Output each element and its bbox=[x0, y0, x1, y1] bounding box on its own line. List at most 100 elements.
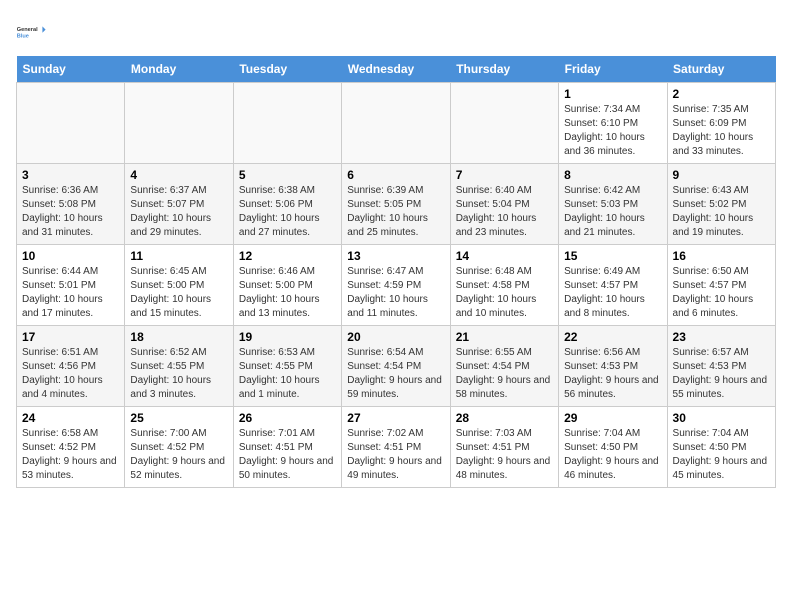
calendar-cell: 7Sunrise: 6:40 AM Sunset: 5:04 PM Daylig… bbox=[450, 164, 558, 245]
day-info: Sunrise: 6:37 AM Sunset: 5:07 PM Dayligh… bbox=[130, 184, 227, 240]
day-number: 30 bbox=[673, 411, 770, 425]
day-number: 10 bbox=[22, 249, 119, 263]
day-info: Sunrise: 6:52 AM Sunset: 4:55 PM Dayligh… bbox=[130, 346, 227, 402]
calendar-cell: 11 Sunrise: 6:45 AM Sunset: 5:00 PM Dayli… bbox=[125, 245, 233, 326]
day-info: Sunrise: 7:04 AM Sunset: 4:50 PM Dayligh… bbox=[564, 427, 661, 483]
day-number: 18 bbox=[130, 330, 227, 344]
day-info: Sunrise: 6:57 AM Sunset: 4:53 PM Dayligh… bbox=[673, 346, 770, 402]
day-number: 15 bbox=[564, 249, 661, 263]
day-info: Sunrise: 7:01 AM Sunset: 4:51 PM Dayligh… bbox=[239, 427, 336, 483]
day-number: 22 bbox=[564, 330, 661, 344]
calendar-cell: 23 Sunrise: 6:57 AM Sunset: 4:53 PM Dayli… bbox=[667, 326, 775, 407]
day-info: Sunrise: 6:47 AM Sunset: 4:59 PM Dayligh… bbox=[347, 265, 444, 321]
day-info: Sunrise: 6:42 AM Sunset: 5:03 PM Dayligh… bbox=[564, 184, 661, 240]
day-info: Sunrise: 7:34 AM Sunset: 6:10 PM Dayligh… bbox=[564, 103, 661, 159]
calendar-cell: 29 Sunrise: 7:04 AM Sunset: 4:50 PM Dayli… bbox=[559, 407, 667, 488]
calendar-cell bbox=[125, 83, 233, 164]
day-info: Sunrise: 6:51 AM Sunset: 4:56 PM Dayligh… bbox=[22, 346, 119, 402]
day-info: Sunrise: 7:04 AM Sunset: 4:50 PM Dayligh… bbox=[673, 427, 770, 483]
day-info: Sunrise: 6:58 AM Sunset: 4:52 PM Dayligh… bbox=[22, 427, 119, 483]
calendar-cell: 10 Sunrise: 6:44 AM Sunset: 5:01 PM Dayli… bbox=[17, 245, 125, 326]
day-number: 6 bbox=[347, 168, 444, 182]
day-info: Sunrise: 6:39 AM Sunset: 5:05 PM Dayligh… bbox=[347, 184, 444, 240]
calendar-cell: 1Sunrise: 7:34 AM Sunset: 6:10 PM Daylig… bbox=[559, 83, 667, 164]
day-info: Sunrise: 6:45 AM Sunset: 5:00 PM Dayligh… bbox=[130, 265, 227, 321]
day-number: 3 bbox=[22, 168, 119, 182]
calendar-cell: 18 Sunrise: 6:52 AM Sunset: 4:55 PM Dayli… bbox=[125, 326, 233, 407]
day-info: Sunrise: 6:48 AM Sunset: 4:58 PM Dayligh… bbox=[456, 265, 553, 321]
day-info: Sunrise: 6:38 AM Sunset: 5:06 PM Dayligh… bbox=[239, 184, 336, 240]
day-number: 23 bbox=[673, 330, 770, 344]
svg-text:Blue: Blue bbox=[17, 34, 29, 40]
calendar-cell: 15 Sunrise: 6:49 AM Sunset: 4:57 PM Dayli… bbox=[559, 245, 667, 326]
calendar-cell: 17 Sunrise: 6:51 AM Sunset: 4:56 PM Dayli… bbox=[17, 326, 125, 407]
day-info: Sunrise: 6:36 AM Sunset: 5:08 PM Dayligh… bbox=[22, 184, 119, 240]
day-info: Sunrise: 7:00 AM Sunset: 4:52 PM Dayligh… bbox=[130, 427, 227, 483]
day-header-friday: Friday bbox=[559, 56, 667, 83]
day-header-saturday: Saturday bbox=[667, 56, 775, 83]
calendar-cell: 25 Sunrise: 7:00 AM Sunset: 4:52 PM Dayli… bbox=[125, 407, 233, 488]
calendar-cell: 12Sunrise: 6:46 AM Sunset: 5:00 PM Dayli… bbox=[233, 245, 341, 326]
day-info: Sunrise: 7:35 AM Sunset: 6:09 PM Dayligh… bbox=[673, 103, 770, 159]
calendar-cell bbox=[17, 83, 125, 164]
day-number: 13 bbox=[347, 249, 444, 263]
day-number: 12 bbox=[239, 249, 336, 263]
day-number: 16 bbox=[673, 249, 770, 263]
day-number: 11 bbox=[130, 249, 227, 263]
logo: GeneralBlue bbox=[16, 16, 48, 48]
day-info: Sunrise: 6:55 AM Sunset: 4:54 PM Dayligh… bbox=[456, 346, 553, 402]
calendar-cell: 26 Sunrise: 7:01 AM Sunset: 4:51 PM Dayli… bbox=[233, 407, 341, 488]
day-header-tuesday: Tuesday bbox=[233, 56, 341, 83]
day-number: 26 bbox=[239, 411, 336, 425]
calendar-table: SundayMondayTuesdayWednesdayThursdayFrid… bbox=[16, 56, 776, 488]
day-info: Sunrise: 7:02 AM Sunset: 4:51 PM Dayligh… bbox=[347, 427, 444, 483]
day-number: 9 bbox=[673, 168, 770, 182]
calendar-cell: 6 Sunrise: 6:39 AM Sunset: 5:05 PM Daylig… bbox=[342, 164, 450, 245]
day-number: 29 bbox=[564, 411, 661, 425]
calendar-cell: 13 Sunrise: 6:47 AM Sunset: 4:59 PM Dayli… bbox=[342, 245, 450, 326]
day-number: 8 bbox=[564, 168, 661, 182]
day-info: Sunrise: 6:53 AM Sunset: 4:55 PM Dayligh… bbox=[239, 346, 336, 402]
calendar-cell: 3 Sunrise: 6:36 AM Sunset: 5:08 PM Daylig… bbox=[17, 164, 125, 245]
calendar-cell bbox=[342, 83, 450, 164]
day-number: 4 bbox=[130, 168, 227, 182]
day-header-sunday: Sunday bbox=[17, 56, 125, 83]
calendar-cell: 14Sunrise: 6:48 AM Sunset: 4:58 PM Dayli… bbox=[450, 245, 558, 326]
day-header-monday: Monday bbox=[125, 56, 233, 83]
day-info: Sunrise: 6:49 AM Sunset: 4:57 PM Dayligh… bbox=[564, 265, 661, 321]
day-info: Sunrise: 6:43 AM Sunset: 5:02 PM Dayligh… bbox=[673, 184, 770, 240]
calendar-cell: 22Sunrise: 6:56 AM Sunset: 4:53 PM Dayli… bbox=[559, 326, 667, 407]
day-number: 2 bbox=[673, 87, 770, 101]
calendar-cell: 4 Sunrise: 6:37 AM Sunset: 5:07 PM Daylig… bbox=[125, 164, 233, 245]
day-number: 20 bbox=[347, 330, 444, 344]
svg-text:General: General bbox=[17, 27, 38, 33]
day-info: Sunrise: 6:54 AM Sunset: 4:54 PM Dayligh… bbox=[347, 346, 444, 402]
week-row-1: 1Sunrise: 7:34 AM Sunset: 6:10 PM Daylig… bbox=[17, 83, 776, 164]
day-number: 7 bbox=[456, 168, 553, 182]
calendar-cell: 9 Sunrise: 6:43 AM Sunset: 5:02 PM Daylig… bbox=[667, 164, 775, 245]
day-info: Sunrise: 7:03 AM Sunset: 4:51 PM Dayligh… bbox=[456, 427, 553, 483]
day-info: Sunrise: 6:44 AM Sunset: 5:01 PM Dayligh… bbox=[22, 265, 119, 321]
day-info: Sunrise: 6:50 AM Sunset: 4:57 PM Dayligh… bbox=[673, 265, 770, 321]
day-number: 21 bbox=[456, 330, 553, 344]
day-number: 24 bbox=[22, 411, 119, 425]
calendar-cell: 16 Sunrise: 6:50 AM Sunset: 4:57 PM Dayli… bbox=[667, 245, 775, 326]
day-header-wednesday: Wednesday bbox=[342, 56, 450, 83]
calendar-cell: 30 Sunrise: 7:04 AM Sunset: 4:50 PM Dayli… bbox=[667, 407, 775, 488]
day-number: 25 bbox=[130, 411, 227, 425]
day-number: 27 bbox=[347, 411, 444, 425]
week-row-5: 24 Sunrise: 6:58 AM Sunset: 4:52 PM Dayli… bbox=[17, 407, 776, 488]
calendar-cell bbox=[233, 83, 341, 164]
week-row-4: 17 Sunrise: 6:51 AM Sunset: 4:56 PM Dayli… bbox=[17, 326, 776, 407]
week-row-2: 3 Sunrise: 6:36 AM Sunset: 5:08 PM Daylig… bbox=[17, 164, 776, 245]
calendar-cell: 20 Sunrise: 6:54 AM Sunset: 4:54 PM Dayli… bbox=[342, 326, 450, 407]
day-number: 17 bbox=[22, 330, 119, 344]
days-header-row: SundayMondayTuesdayWednesdayThursdayFrid… bbox=[17, 56, 776, 83]
day-number: 19 bbox=[239, 330, 336, 344]
day-number: 28 bbox=[456, 411, 553, 425]
calendar-cell: 28 Sunrise: 7:03 AM Sunset: 4:51 PM Dayli… bbox=[450, 407, 558, 488]
day-header-thursday: Thursday bbox=[450, 56, 558, 83]
calendar-cell: 2 Sunrise: 7:35 AM Sunset: 6:09 PM Daylig… bbox=[667, 83, 775, 164]
calendar-cell: 24 Sunrise: 6:58 AM Sunset: 4:52 PM Dayli… bbox=[17, 407, 125, 488]
calendar-cell: 5Sunrise: 6:38 AM Sunset: 5:06 PM Daylig… bbox=[233, 164, 341, 245]
